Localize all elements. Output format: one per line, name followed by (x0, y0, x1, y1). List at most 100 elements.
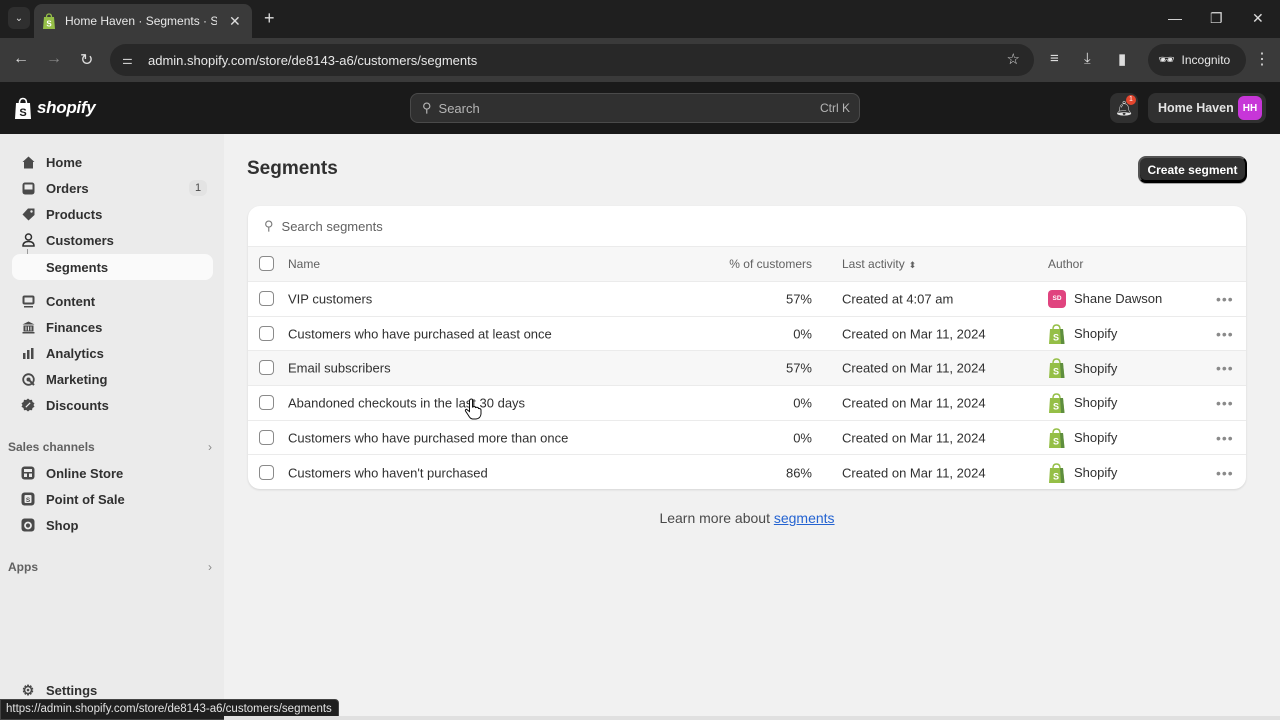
segment-name[interactable]: Abandoned checkouts in the last 30 days (288, 395, 525, 410)
last-activity: Created on Mar 11, 2024 (842, 465, 986, 481)
sidebar-item-point-of-sale[interactable]: S Point of Sale (12, 486, 213, 512)
gear-icon: ⚙ (21, 681, 35, 698)
back-icon[interactable]: ← (13, 50, 29, 68)
segments-search-input[interactable]: ⚲ Search segments (248, 206, 1246, 246)
svg-text:S: S (1053, 471, 1059, 481)
row-checkbox[interactable] (259, 394, 274, 410)
table-row[interactable]: Customers who haven't purchased 86% Crea… (248, 455, 1246, 489)
sidebar-item-label: Customers (46, 232, 114, 248)
apps-header[interactable]: Apps › (8, 560, 212, 574)
new-tab-icon[interactable]: + (264, 8, 275, 29)
table-row[interactable]: Customers who have purchased more than o… (248, 421, 1246, 456)
more-actions-icon[interactable]: ••• (1216, 465, 1234, 481)
svg-text:S: S (46, 20, 52, 29)
author: SD Shane Dawson (1048, 289, 1163, 308)
address-bar[interactable]: ⚌ admin.shopify.com/store/de8143-a6/cust… (110, 44, 1034, 76)
side-panel-icon[interactable]: ▮ (1118, 50, 1126, 68)
site-info-icon[interactable]: ⚌ (122, 53, 138, 67)
author-name: Shopify (1074, 395, 1118, 411)
browser-toolbar: ← → ↻ ⚌ admin.shopify.com/store/de8143-a… (0, 38, 1280, 82)
incognito-indicator[interactable]: 🕶 Incognito (1148, 44, 1246, 76)
more-actions-icon[interactable]: ••• (1216, 395, 1234, 411)
shopify-favicon-icon: S (43, 13, 55, 29)
svg-text:S: S (19, 107, 26, 119)
sidebar-item-content[interactable]: Content (12, 288, 213, 314)
sidebar-item-label: Analytics (46, 345, 104, 361)
browser-menu-icon[interactable]: ⋮ (1254, 49, 1270, 69)
sidebar-item-home[interactable]: Home (12, 149, 213, 175)
segments-table-card: ⚲ Search segments Name % of customers La… (248, 206, 1246, 489)
last-activity: Created on Mar 11, 2024 (842, 395, 986, 411)
row-checkbox[interactable] (259, 290, 274, 306)
global-search-input[interactable]: ⚲ Search Ctrl K (410, 93, 860, 123)
author: S Shopify (1048, 463, 1117, 483)
shopify-bag-icon: S (15, 97, 31, 119)
author: S Shopify (1048, 393, 1117, 413)
shopify-logo[interactable]: S shopify (14, 97, 96, 119)
table-body: VIP customers 57% Created at 4:07 am SD S… (248, 282, 1246, 489)
media-queue-icon[interactable]: ≡ (1050, 50, 1059, 67)
sidebar-item-marketing[interactable]: Marketing (12, 366, 213, 392)
more-actions-icon[interactable]: ••• (1216, 360, 1234, 376)
sidebar-item-online-store[interactable]: Online Store (12, 460, 213, 486)
sidebar-item-products[interactable]: Products (12, 201, 213, 227)
restore-icon[interactable]: ❐ (1210, 10, 1223, 27)
logo-text: shopify (37, 98, 96, 117)
row-checkbox[interactable] (259, 464, 274, 480)
table-row[interactable]: Abandoned checkouts in the last 30 days … (248, 386, 1246, 421)
close-window-icon[interactable]: ✕ (1252, 10, 1264, 27)
last-activity: Created on Mar 11, 2024 (842, 326, 986, 342)
segment-name[interactable]: Customers who have purchased at least on… (288, 326, 552, 341)
sidebar-item-discounts[interactable]: Discounts (12, 392, 213, 418)
segments-help-link[interactable]: segments (774, 510, 835, 526)
sidebar-item-label: Point of Sale (46, 491, 125, 507)
tab-list-button[interactable]: ⌄ (8, 7, 30, 29)
sidebar-item-orders[interactable]: Orders 1 (12, 175, 213, 201)
create-segment-button[interactable]: Create segment (1138, 156, 1247, 183)
browser-tab[interactable]: S Home Haven · Segments · Shopify ✕ (34, 4, 252, 38)
sidebar-item-analytics[interactable]: Analytics (12, 340, 213, 366)
sidebar-item-customers[interactable]: Customers (12, 227, 213, 253)
notification-badge: 1 (1126, 95, 1136, 105)
author-name: Shane Dawson (1074, 291, 1163, 307)
search-icon: ⚲ (264, 218, 274, 233)
minimize-icon[interactable]: — (1168, 10, 1182, 26)
more-actions-icon[interactable]: ••• (1216, 291, 1234, 307)
segment-name[interactable]: Customers who have purchased more than o… (288, 430, 568, 445)
sales-channels-header[interactable]: Sales channels › (8, 440, 212, 454)
segment-name[interactable]: Email subscribers (288, 361, 391, 376)
table-row[interactable]: Email subscribers 57% Created on Mar 11,… (248, 351, 1246, 387)
sort-icon[interactable]: ⬍ (909, 260, 917, 270)
store-icon (20, 465, 36, 481)
bank-icon (20, 319, 36, 335)
sidebar-item-segments[interactable]: Segments (12, 254, 213, 280)
reload-icon[interactable]: ↻ (80, 50, 93, 70)
forward-icon[interactable]: → (46, 50, 62, 68)
row-checkbox[interactable] (259, 325, 274, 341)
store-menu-button[interactable]: Home Haven HH (1148, 93, 1266, 123)
table-row[interactable]: VIP customers 57% Created at 4:07 am SD S… (248, 282, 1246, 317)
row-checkbox[interactable] (259, 429, 274, 445)
shopify-bag-icon: S (1049, 323, 1065, 344)
row-checkbox[interactable] (259, 360, 274, 376)
home-icon (20, 154, 36, 170)
download-icon[interactable]: ⤓ (1084, 50, 1091, 67)
more-actions-icon[interactable]: ••• (1216, 430, 1234, 446)
bookmark-star-icon[interactable]: ☆ (1007, 50, 1020, 68)
shopify-bag-icon: S (1049, 358, 1065, 379)
sidebar-item-label: Segments (46, 259, 109, 275)
discount-icon (20, 397, 36, 413)
notifications-button[interactable]: 🔔︎ 1 (1110, 93, 1138, 123)
close-tab-icon[interactable]: ✕ (229, 13, 241, 30)
more-actions-icon[interactable]: ••• (1216, 326, 1234, 342)
person-icon (20, 232, 36, 248)
select-all-checkbox[interactable] (259, 256, 274, 271)
sidebar-item-finances[interactable]: Finances (12, 314, 213, 340)
column-header-last-activity[interactable]: Last activity ⬍ (842, 257, 916, 271)
target-icon (20, 371, 36, 387)
segment-name[interactable]: Customers who haven't purchased (288, 465, 488, 480)
table-row[interactable]: Customers who have purchased at least on… (248, 317, 1246, 352)
bar-chart-icon (20, 345, 36, 361)
incognito-label: Incognito (1181, 53, 1231, 67)
segment-name[interactable]: VIP customers (288, 291, 372, 306)
